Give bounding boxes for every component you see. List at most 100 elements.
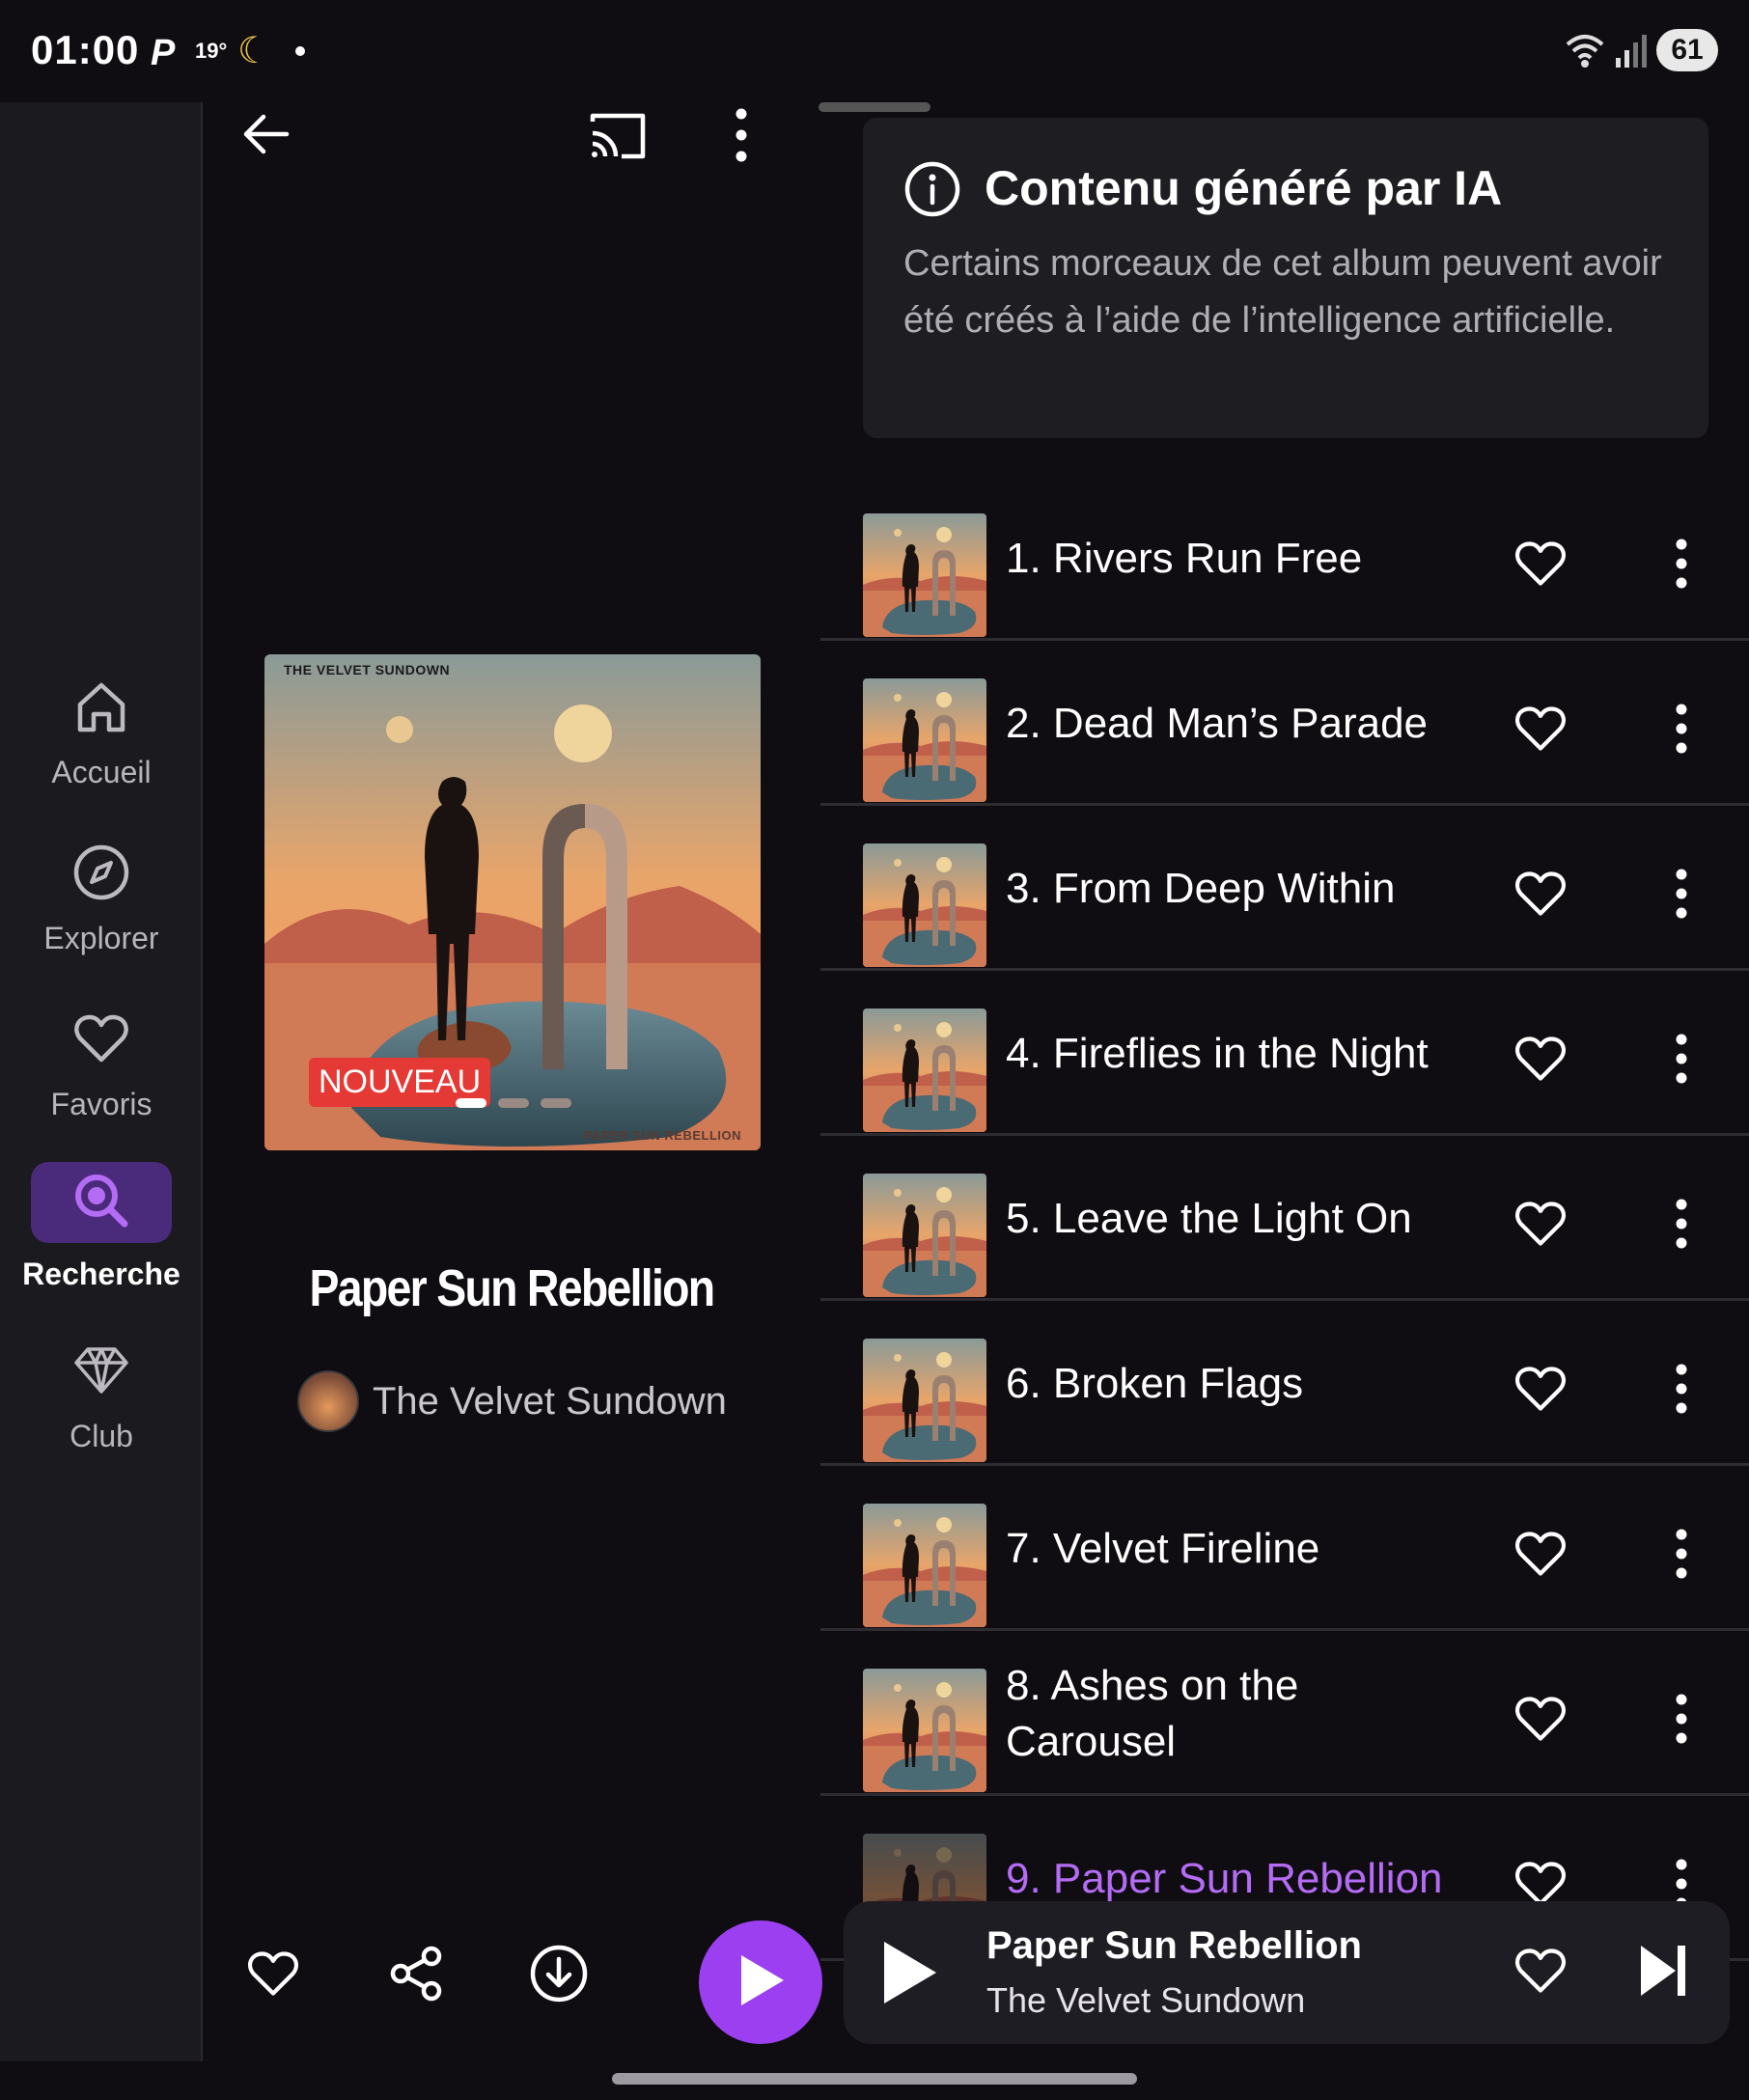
track-title: 3. From Deep Within <box>1006 865 1396 912</box>
carousel-dot <box>456 1098 486 1108</box>
track-more-button[interactable] <box>1652 1517 1710 1594</box>
heart-icon <box>67 1004 136 1073</box>
drag-handle[interactable] <box>819 102 930 112</box>
more-vertical-icon <box>736 108 747 167</box>
favorite-album-button[interactable] <box>230 1932 317 2019</box>
compass-icon <box>67 838 136 907</box>
track-row[interactable]: 1. Rivers Run Free <box>820 477 1749 641</box>
track-title: 1. Rivers Run Free <box>1006 535 1363 582</box>
skip-next-icon <box>1637 1942 1691 2004</box>
more-vertical-icon <box>1676 1034 1687 1089</box>
next-track-button[interactable] <box>1625 1934 1703 2011</box>
track-favorite-button[interactable] <box>1502 1682 1579 1759</box>
track-row[interactable]: 3. From Deep Within <box>820 807 1749 971</box>
ai-content-notice: Contenu généré par IA Certains morceaux … <box>863 118 1708 438</box>
heart-icon <box>1512 867 1569 926</box>
nav-label: Club <box>69 1419 133 1453</box>
status-time: 01:00 <box>31 27 140 72</box>
track-thumbnail <box>863 843 986 967</box>
track-more-button[interactable] <box>1652 857 1710 934</box>
play-icon <box>878 1942 940 2011</box>
more-vertical-icon <box>1676 539 1687 594</box>
track-more-button[interactable] <box>1652 1187 1710 1264</box>
heart-icon <box>1512 1944 1569 2003</box>
track-thumbnail <box>863 1339 986 1462</box>
track-favorite-button[interactable] <box>1502 1022 1579 1099</box>
more-options-button[interactable] <box>718 102 764 172</box>
nav-label: Explorer <box>43 921 159 955</box>
track-title: 6. Broken Flags <box>1006 1360 1304 1407</box>
track-thumbnail <box>863 1009 986 1132</box>
heart-icon <box>1512 1527 1569 1586</box>
nav-item-explorer[interactable]: Explorer <box>0 838 203 956</box>
carousel-dot <box>498 1098 529 1108</box>
heart-icon <box>1512 1692 1569 1751</box>
artist-avatar <box>297 1370 359 1432</box>
more-vertical-icon <box>1676 1529 1687 1584</box>
artist-name: The Velvet Sundown <box>373 1379 727 1423</box>
track-favorite-button[interactable] <box>1502 1352 1579 1429</box>
mini-player[interactable]: Paper Sun Rebellion The Velvet Sundown <box>844 1901 1730 2044</box>
track-favorite-button[interactable] <box>1502 1187 1579 1264</box>
track-thumbnail <box>863 678 986 802</box>
track-title: 5. Leave the Light On <box>1006 1195 1412 1242</box>
search-icon <box>70 1170 132 1236</box>
track-row[interactable]: 5. Leave the Light On <box>820 1137 1749 1301</box>
ai-notice-title: Contenu généré par IA <box>985 161 1503 215</box>
track-thumbnail <box>863 1174 986 1297</box>
track-more-button[interactable] <box>1652 1352 1710 1429</box>
download-button[interactable] <box>515 1932 602 2019</box>
home-icon <box>67 672 136 741</box>
wifi-icon <box>1564 31 1606 74</box>
track-title: 4. Fireflies in the Night <box>1006 1030 1429 1077</box>
nav-item-favoris[interactable]: Favoris <box>0 1004 203 1122</box>
track-title: 7. Velvet Fireline <box>1006 1525 1320 1572</box>
nav-item-accueil[interactable]: Accueil <box>0 672 203 790</box>
track-more-button[interactable] <box>1652 692 1710 769</box>
heart-icon <box>244 1947 302 2005</box>
nav-item-club[interactable]: Club <box>0 1336 203 1454</box>
more-vertical-icon <box>1676 1199 1687 1254</box>
track-more-button[interactable] <box>1652 1682 1710 1759</box>
mini-play-button[interactable] <box>878 1938 940 2012</box>
track-title: 2. Dead Man’s Parade <box>1006 700 1429 747</box>
back-button[interactable] <box>232 102 299 170</box>
share-button[interactable] <box>373 1932 459 2019</box>
album-title: Paper Sun Rebellion <box>309 1259 716 1317</box>
nav-item-recherche[interactable]: Recherche <box>0 1162 203 1292</box>
more-vertical-icon <box>1676 869 1687 924</box>
paypal-icon: P <box>151 33 176 73</box>
track-row[interactable]: 4. Fireflies in the Night <box>820 972 1749 1136</box>
heart-icon <box>1512 702 1569 760</box>
cast-icon <box>587 108 649 167</box>
status-bar: 01:00 P 19° ☾ 61 <box>0 0 1749 102</box>
track-row[interactable]: 6. Broken Flags <box>820 1302 1749 1466</box>
carousel-dot <box>541 1098 571 1108</box>
artist-link[interactable]: The Velvet Sundown <box>297 1370 727 1432</box>
status-temperature: 19° <box>195 39 228 63</box>
track-row[interactable]: 2. Dead Man’s Parade <box>820 642 1749 806</box>
track-favorite-button[interactable] <box>1502 527 1579 604</box>
nav-label: Accueil <box>51 755 152 789</box>
track-favorite-button[interactable] <box>1502 1517 1579 1594</box>
play-album-button[interactable] <box>699 1920 822 2044</box>
carousel-indicator <box>456 1098 571 1108</box>
now-playing-artist: The Velvet Sundown <box>986 1980 1306 2020</box>
now-playing-favorite-button[interactable] <box>1502 1934 1579 2011</box>
home-indicator[interactable] <box>612 2073 1137 2085</box>
track-row[interactable]: 7. Velvet Fireline <box>820 1467 1749 1631</box>
more-vertical-icon <box>1676 704 1687 759</box>
track-favorite-button[interactable] <box>1502 857 1579 934</box>
track-thumbnail <box>863 1504 986 1627</box>
cast-button[interactable] <box>583 102 652 172</box>
track-favorite-button[interactable] <box>1502 692 1579 769</box>
moon-icon: ☾ <box>237 31 271 71</box>
album-cover[interactable]: THE VELVET SUNDOWN PAPER SUN REBELLION N… <box>264 654 761 1150</box>
track-more-button[interactable] <box>1652 1022 1710 1099</box>
track-row[interactable]: 8. Ashes on the Carousel <box>820 1632 1749 1796</box>
battery-indicator: 61 <box>1656 29 1718 71</box>
track-more-button[interactable] <box>1652 527 1710 604</box>
track-title: 8. Ashes on the Carousel <box>1006 1662 1299 1765</box>
signal-icon <box>1614 33 1647 72</box>
ai-notice-body: Certains morceaux de cet album peuvent a… <box>903 243 1662 341</box>
